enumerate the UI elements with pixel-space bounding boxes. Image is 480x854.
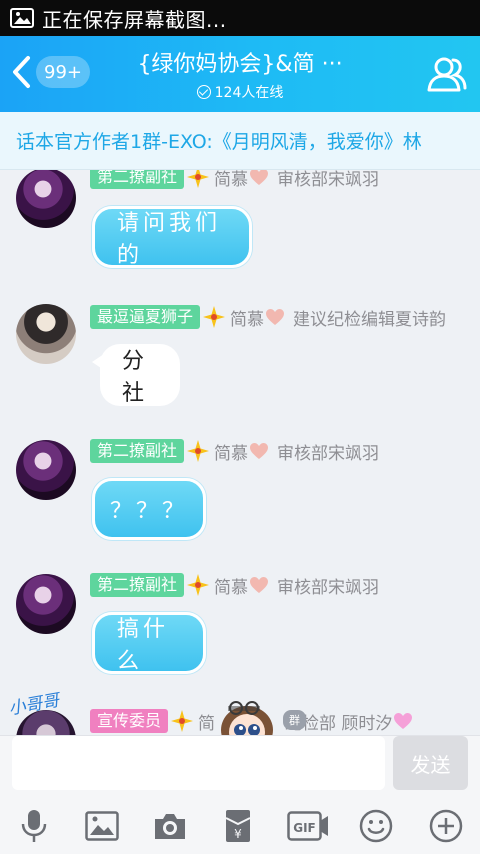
avatar[interactable] bbox=[16, 574, 76, 634]
sender-role: 审核部宋飒羽 bbox=[277, 170, 380, 190]
star-badge-icon bbox=[171, 710, 194, 732]
star-badge-icon bbox=[187, 440, 210, 462]
check-circle-icon bbox=[196, 85, 211, 99]
member-title-tag: 第二撩副社 bbox=[90, 170, 185, 189]
message-bubble[interactable]: 分社 bbox=[92, 344, 180, 406]
avatar[interactable] bbox=[16, 170, 76, 228]
emoji-icon[interactable] bbox=[356, 806, 396, 846]
member-title-tag: 第二撩副社 bbox=[90, 439, 185, 463]
svg-text:GIF: GIF bbox=[293, 821, 316, 835]
member-title-tag: 宣传委员 bbox=[90, 709, 169, 733]
sender-meta: 第二撩副社 简慕 审核部宋飒羽 bbox=[90, 572, 379, 598]
sender-meta: 第二撩副社 简慕 审核部宋飒羽 bbox=[90, 438, 379, 464]
heart-icon bbox=[250, 443, 269, 459]
red-packet-icon[interactable]: ¥ bbox=[218, 806, 258, 846]
sender-meta: 第二撩副社 简慕 审核部宋飒羽 bbox=[90, 170, 379, 190]
microphone-icon[interactable] bbox=[14, 806, 54, 846]
send-button[interactable]: 发送 bbox=[393, 736, 468, 790]
star-badge-icon bbox=[187, 574, 210, 596]
status-bar: 正在保存屏幕截图... bbox=[0, 0, 480, 36]
input-toolbar: ¥ GIF bbox=[0, 806, 480, 846]
notice-text: 话本官方作者1群-EXO:《月明风清，我爱你》林 bbox=[16, 131, 422, 153]
chat-message: 第二撩副社 简慕 审核部宋飒羽 搞什么 bbox=[0, 570, 480, 680]
sender-nickname: 简慕 bbox=[214, 443, 249, 464]
online-status: 124人在线 bbox=[110, 82, 370, 102]
sender-nickname: 简慕 bbox=[214, 577, 249, 598]
group-members-icon bbox=[427, 57, 467, 92]
star-badge-icon bbox=[203, 306, 226, 328]
star-badge-icon bbox=[187, 170, 210, 188]
cartoon-sticker-icon bbox=[221, 701, 273, 735]
mini-tag: 群 bbox=[283, 710, 306, 730]
plus-icon[interactable] bbox=[426, 806, 466, 846]
sender-meta: 最逗逼夏狮子 简慕 建议纪检编辑夏诗韵 bbox=[90, 304, 446, 330]
sender-role: 建议纪检编辑夏诗韵 bbox=[293, 309, 447, 330]
sender-role: 审核部宋飒羽 bbox=[277, 443, 380, 464]
member-title-tag: 第二撩副社 bbox=[90, 573, 185, 597]
chat-message: 最逗逼夏狮子 简慕 建议纪检编辑夏诗韵 分社 bbox=[0, 300, 480, 410]
title-block[interactable]: {绿你妈协会}&简 ··· 124人在线 bbox=[110, 46, 370, 102]
group-members-button[interactable] bbox=[426, 54, 468, 94]
status-text: 正在保存屏幕截图... bbox=[42, 7, 227, 32]
chat-list[interactable]: 第二撩副社 简慕 审核部宋飒羽 请问我们的 最逗逼夏狮子 简慕 建议纪检编辑夏诗… bbox=[0, 170, 480, 735]
unread-badge: 99+ bbox=[36, 56, 90, 88]
group-title: {绿你妈协会}&简 ··· bbox=[137, 52, 343, 77]
message-bubble[interactable]: 请问我们的 bbox=[92, 206, 252, 268]
message-bubble[interactable]: ？？？ bbox=[92, 478, 206, 540]
group-notice[interactable]: 话本官方作者1群-EXO:《月明风清，我爱你》林 bbox=[0, 112, 480, 170]
sender-nickname: 简慕 bbox=[230, 309, 265, 330]
heart-icon bbox=[250, 170, 269, 185]
message-bubble[interactable]: 搞什么 bbox=[92, 612, 206, 674]
heart-icon bbox=[250, 577, 269, 593]
svg-text:¥: ¥ bbox=[234, 827, 242, 841]
sender-nickname: 简慕 bbox=[214, 170, 249, 190]
message-input[interactable] bbox=[12, 736, 385, 790]
image-icon[interactable] bbox=[82, 806, 122, 846]
member-title-tag: 最逗逼夏狮子 bbox=[90, 305, 201, 329]
input-bar: 发送 ¥ GIF bbox=[0, 735, 480, 854]
camera-icon[interactable] bbox=[150, 806, 190, 846]
sender-role: 审核部宋飒羽 bbox=[277, 577, 380, 598]
avatar[interactable] bbox=[16, 304, 76, 364]
chat-message: 第二撩副社 简慕 审核部宋飒羽 ？？？ bbox=[0, 436, 480, 546]
gif-icon[interactable]: GIF bbox=[286, 806, 330, 846]
chat-header: 99+ {绿你妈协会}&简 ··· 124人在线 bbox=[0, 36, 480, 112]
avatar[interactable] bbox=[16, 440, 76, 500]
heart-icon bbox=[266, 309, 285, 325]
chat-message: 小哥哥 宣传委员 简 纪检部 顾时汐 群 bbox=[0, 690, 480, 735]
back-button[interactable]: 99+ bbox=[10, 54, 90, 90]
chevron-left-icon bbox=[10, 54, 32, 90]
heart-icon bbox=[394, 713, 413, 729]
screenshot-icon bbox=[8, 7, 36, 29]
chat-message: 第二撩副社 简慕 审核部宋飒羽 请问我们的 bbox=[0, 170, 480, 274]
online-count: 124人在线 bbox=[214, 85, 284, 101]
